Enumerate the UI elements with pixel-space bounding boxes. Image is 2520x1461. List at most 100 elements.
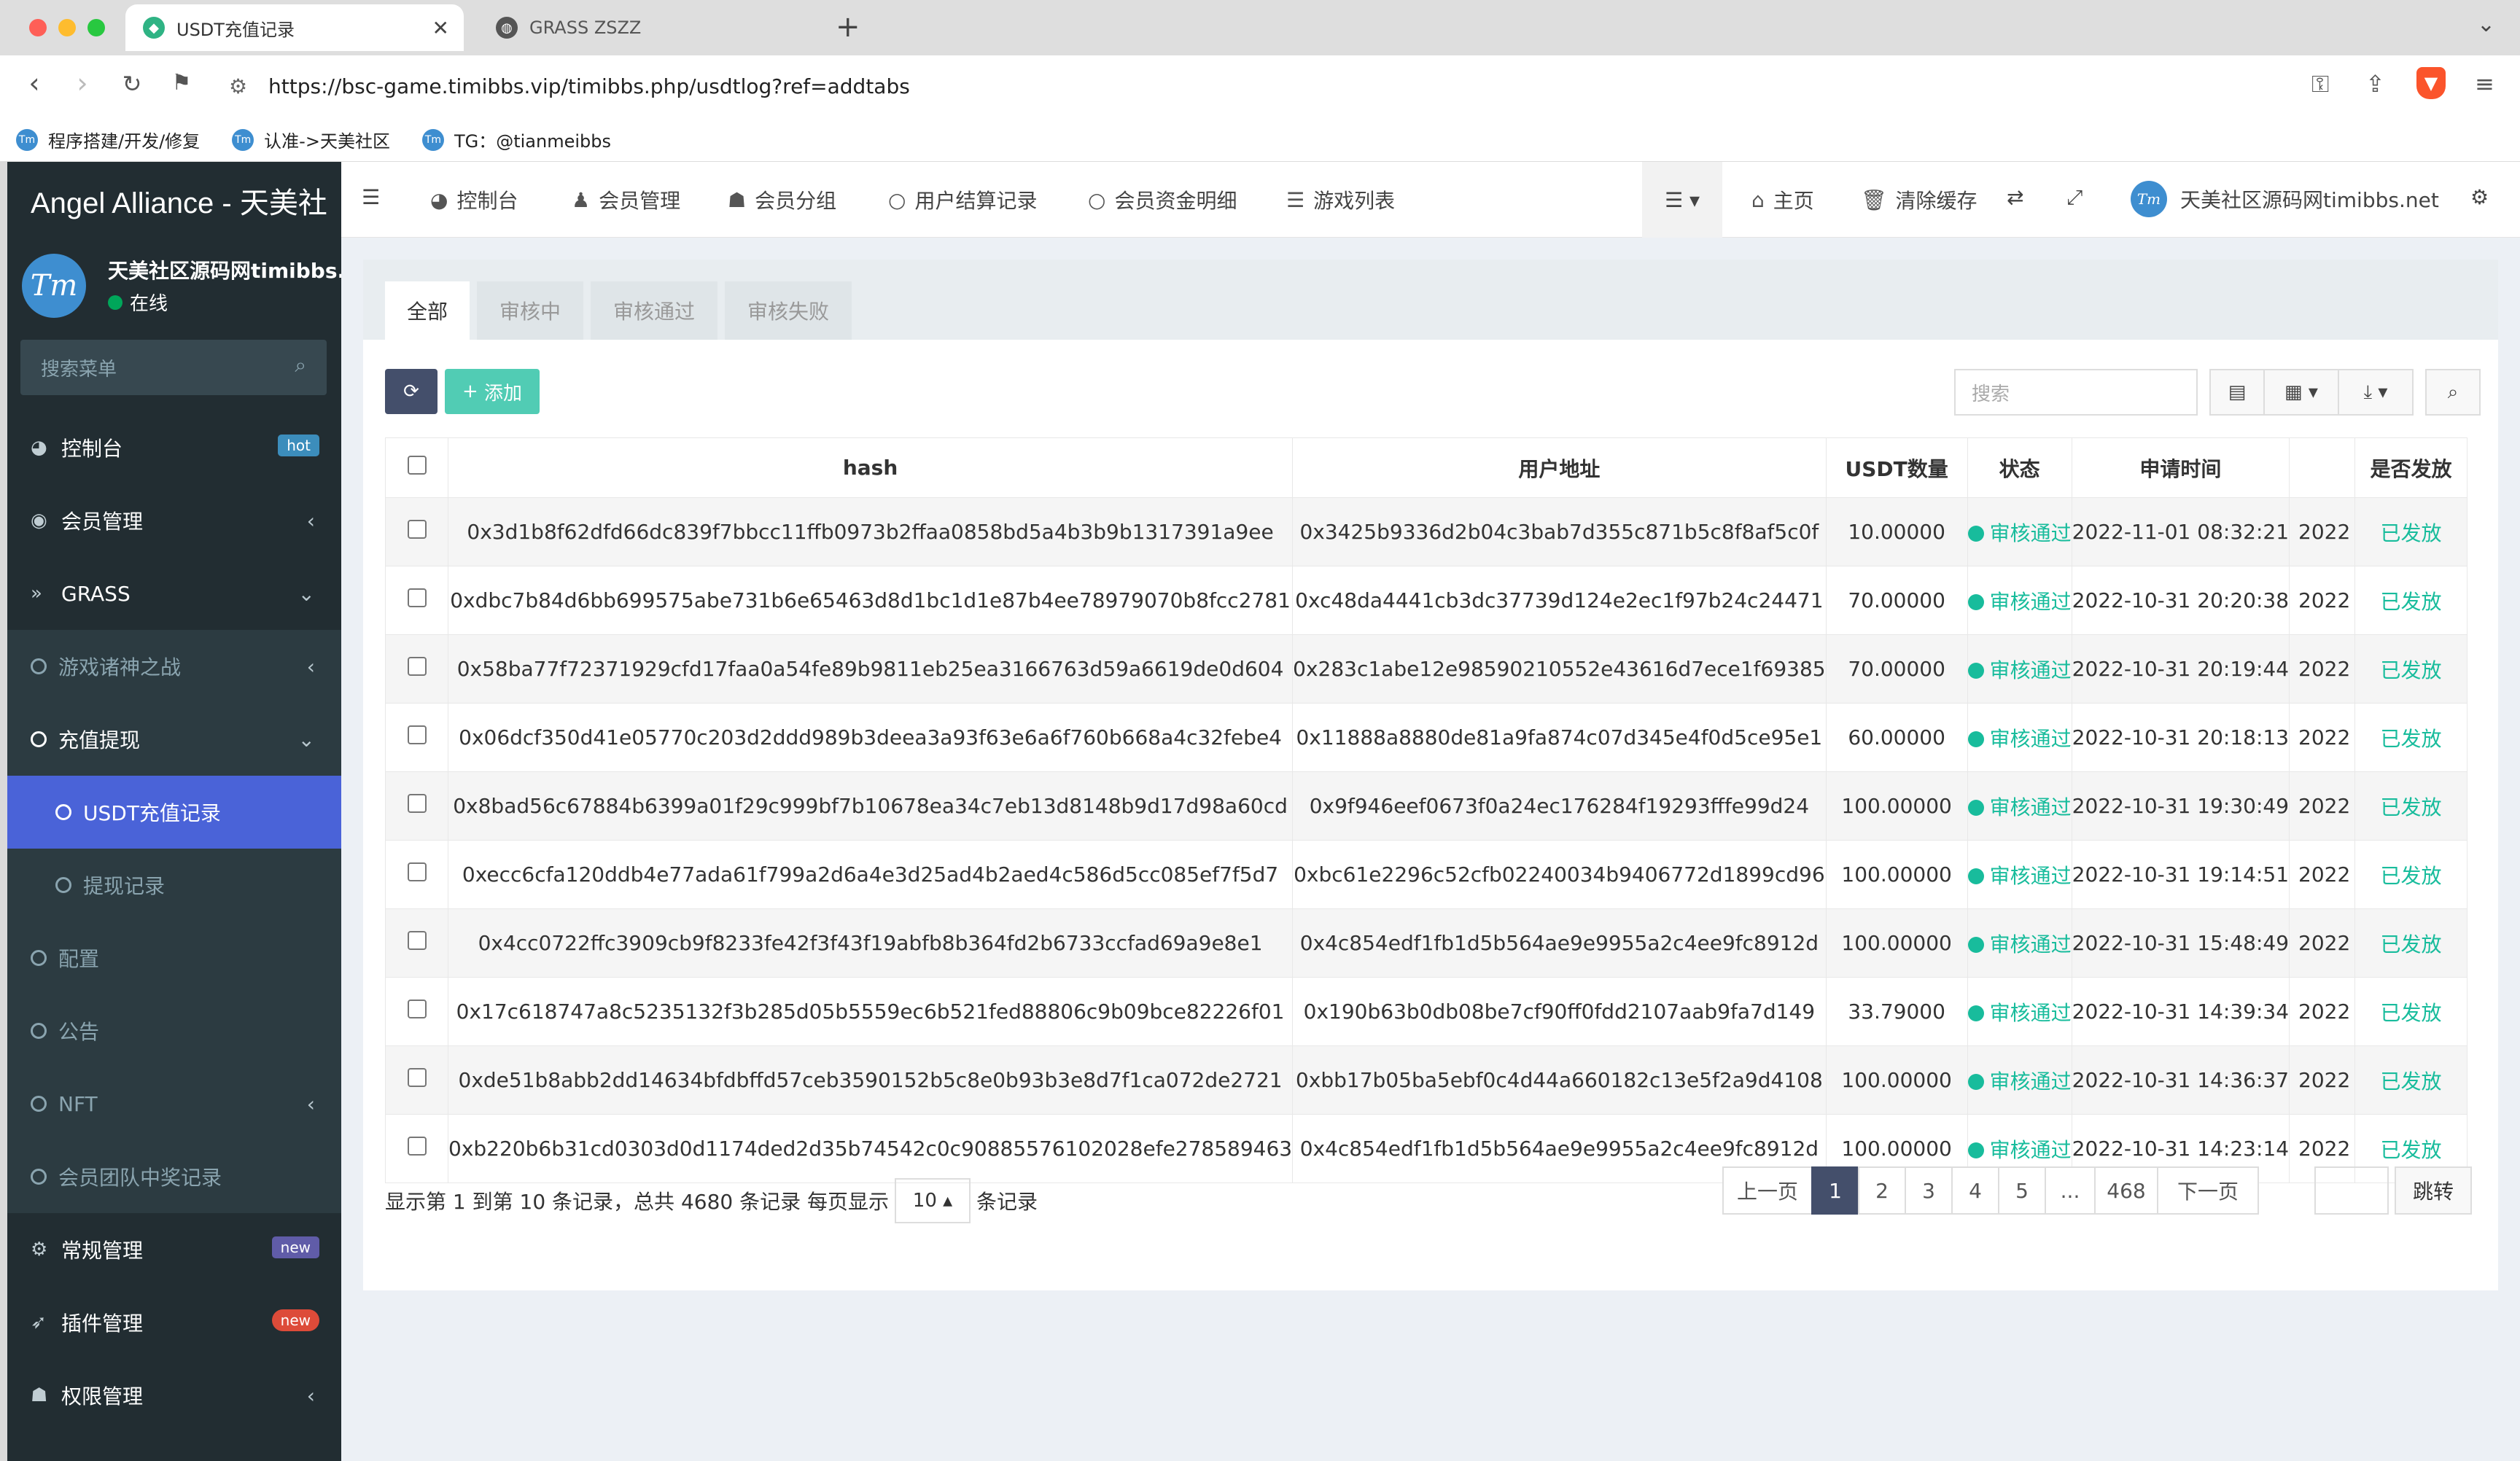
advanced-search-button[interactable]: ⌕ bbox=[2425, 369, 2481, 416]
issued-cell[interactable]: 已发放 bbox=[2354, 1045, 2468, 1115]
column-header-issued[interactable]: 是否发放 bbox=[2354, 437, 2468, 498]
sidebar-item-deposit-withdraw[interactable]: 充值提现 ⌄ bbox=[7, 703, 341, 776]
status-badge[interactable]: 审核通过 bbox=[1990, 932, 2072, 957]
next-page-button[interactable]: 下一页 bbox=[2157, 1166, 2259, 1215]
select-all-checkbox[interactable] bbox=[407, 456, 427, 475]
tab-reviewing[interactable]: 审核中 bbox=[477, 281, 583, 340]
export-button[interactable]: ⤓ ▾ bbox=[2338, 369, 2414, 416]
topnav-funds[interactable]: ○ 会员资金明细 bbox=[1088, 185, 1237, 214]
nav-dropdown[interactable]: ☰ ▾ bbox=[1642, 162, 1722, 238]
status-badge[interactable]: 审核通过 bbox=[1990, 590, 2072, 614]
issued-cell[interactable]: 已发放 bbox=[2354, 840, 2468, 909]
tab-rejected[interactable]: 审核失败 bbox=[725, 281, 852, 340]
sidebar-item-members[interactable]: ◉ 会员管理 ‹ bbox=[7, 484, 341, 557]
table-row[interactable]: 0xdbc7b84d6bb699575abe731b6e65463d8d1bc1… bbox=[385, 566, 2468, 635]
issued-cell[interactable]: 已发放 bbox=[2354, 908, 2468, 978]
sidebar-item-general[interactable]: ⚙ 常规管理 new bbox=[7, 1213, 341, 1286]
page-button[interactable]: 1 bbox=[1811, 1166, 1859, 1215]
close-tab-icon[interactable]: ✕ bbox=[432, 16, 449, 40]
browser-tab-grass[interactable]: ◍ GRASS ZSZZ bbox=[481, 4, 817, 51]
topnav-home[interactable]: ⌂ 主页 bbox=[1751, 185, 1814, 214]
issued-cell[interactable]: 已发放 bbox=[2354, 703, 2468, 772]
sidebar-item-grass[interactable]: » GRASS ⌄ bbox=[7, 557, 341, 630]
jump-page-input[interactable] bbox=[2314, 1166, 2389, 1215]
toggle-view-button[interactable]: ▤ bbox=[2209, 369, 2265, 416]
new-tab-icon[interactable]: + bbox=[836, 10, 860, 44]
status-badge[interactable]: 审核通过 bbox=[1990, 795, 2072, 819]
row-checkbox[interactable] bbox=[407, 1068, 427, 1087]
columns-button[interactable]: ▦ ▾ bbox=[2263, 369, 2339, 416]
sidebar-item-plugins[interactable]: ➶ 插件管理 new bbox=[7, 1286, 341, 1359]
topnav-clear-cache[interactable]: 🗑 清除缓存 bbox=[1861, 185, 1978, 214]
issued-cell[interactable]: 已发放 bbox=[2354, 634, 2468, 704]
share-icon[interactable]: ⇪ bbox=[2365, 70, 2385, 98]
row-checkbox[interactable] bbox=[407, 931, 427, 950]
settings-gears-icon[interactable]: ⚙ bbox=[2470, 185, 2489, 209]
close-window-button[interactable] bbox=[29, 19, 47, 36]
table-row[interactable]: 0x17c618747a8c5235132f3b285d05b5559ec6b5… bbox=[385, 977, 2468, 1046]
menu-icon[interactable]: ≡ bbox=[2475, 70, 2494, 98]
tab-all[interactable]: 全部 bbox=[385, 281, 470, 340]
reload-icon[interactable]: ↻ bbox=[114, 70, 150, 98]
row-checkbox[interactable] bbox=[407, 657, 427, 676]
column-header-hash[interactable]: hash bbox=[447, 437, 1294, 498]
topnav-user[interactable]: Tm 天美社区源码网timibbs.net bbox=[2131, 181, 2439, 217]
bookmark-icon[interactable]: ⚑ bbox=[163, 70, 200, 96]
topnav-settlement[interactable]: ○ 用户结算记录 bbox=[888, 185, 1037, 214]
row-checkbox[interactable] bbox=[407, 520, 427, 539]
row-checkbox[interactable] bbox=[407, 588, 427, 607]
status-badge[interactable]: 审核通过 bbox=[1990, 1001, 2072, 1025]
sidebar-item-config[interactable]: 配置 bbox=[7, 922, 341, 994]
table-row[interactable]: 0x8bad56c67884b6399a01f29c999bf7b10678ea… bbox=[385, 771, 2468, 841]
tab-list-chevron-icon[interactable]: ⌄ bbox=[2477, 12, 2495, 37]
issued-cell[interactable]: 已发放 bbox=[2354, 497, 2468, 566]
row-checkbox[interactable] bbox=[407, 1137, 427, 1156]
row-checkbox[interactable] bbox=[407, 725, 427, 744]
topnav-dashboard[interactable]: ◕ 控制台 bbox=[430, 185, 518, 214]
row-checkbox[interactable] bbox=[407, 862, 427, 881]
issued-cell[interactable]: 已发放 bbox=[2354, 566, 2468, 635]
topnav-games[interactable]: ☰ 游戏列表 bbox=[1286, 185, 1395, 214]
table-row[interactable]: 0x3d1b8f62dfd66dc839f7bbcc11ffb0973b2ffa… bbox=[385, 497, 2468, 566]
translate-icon[interactable]: ⇄ bbox=[2007, 185, 2023, 209]
page-button[interactable]: 468 bbox=[2094, 1166, 2158, 1215]
forward-icon[interactable]: › bbox=[64, 67, 101, 99]
browser-tab-usdt[interactable]: ◆ USDT充值记录 ✕ bbox=[125, 4, 464, 51]
row-checkbox[interactable] bbox=[407, 1000, 427, 1018]
sidebar-item-notice[interactable]: 公告 bbox=[7, 994, 341, 1067]
column-header-address[interactable]: 用户地址 bbox=[1292, 437, 1827, 498]
key-icon[interactable]: ⚿ bbox=[2311, 70, 2329, 98]
back-icon[interactable]: ‹ bbox=[16, 67, 52, 99]
status-badge[interactable]: 审核通过 bbox=[1990, 1138, 2072, 1162]
status-badge[interactable]: 审核通过 bbox=[1990, 727, 2072, 751]
add-button[interactable]: + 添加 bbox=[445, 369, 540, 414]
column-header-extra[interactable] bbox=[2289, 437, 2356, 498]
page-button[interactable]: 4 bbox=[1951, 1166, 1999, 1215]
fullscreen-icon[interactable]: ⤢ bbox=[2066, 185, 2082, 210]
issued-cell[interactable]: 已发放 bbox=[2354, 977, 2468, 1046]
app-brand[interactable]: Angel Alliance - 天美社 bbox=[7, 162, 341, 239]
minimize-window-button[interactable] bbox=[58, 19, 76, 36]
sidebar-item-team-prize[interactable]: 会员团队中奖记录 bbox=[7, 1140, 341, 1213]
sidebar-item-game[interactable]: 游戏诸神之战 ‹ bbox=[7, 630, 341, 703]
page-button[interactable]: 3 bbox=[1905, 1166, 1953, 1215]
page-button[interactable]: 5 bbox=[1998, 1166, 2046, 1215]
bookmark-item[interactable]: Tm 程序搭建/开发/修复 bbox=[16, 127, 200, 152]
table-row[interactable]: 0x58ba77f72371929cfd17faa0a54fe89b9811eb… bbox=[385, 634, 2468, 704]
column-header-status[interactable]: 状态 bbox=[1967, 437, 2072, 498]
sidebar-item-dashboard[interactable]: ◕ 控制台 hot bbox=[7, 411, 341, 484]
menu-search-input[interactable]: 搜索菜单 ⌕ bbox=[20, 340, 327, 395]
page-button[interactable]: 2 bbox=[1858, 1166, 1906, 1215]
topnav-members[interactable]: ♟ 会员管理 bbox=[572, 185, 680, 214]
search-icon[interactable]: ⌕ bbox=[295, 353, 306, 378]
sidebar-item-usdt-log[interactable]: USDT充值记录 bbox=[7, 776, 341, 849]
brave-shield-icon[interactable]: ▼ bbox=[2416, 67, 2446, 99]
topnav-member-groups[interactable]: ☗ 会员分组 bbox=[728, 185, 836, 214]
sidebar-toggle-icon[interactable]: ☰ bbox=[362, 185, 380, 209]
status-badge[interactable]: 审核通过 bbox=[1990, 521, 2072, 545]
site-settings-icon[interactable]: ⚙ bbox=[229, 74, 247, 98]
page-size-select[interactable]: 10 ▴ bbox=[895, 1178, 971, 1223]
status-badge[interactable]: 审核通过 bbox=[1990, 658, 2072, 682]
table-row[interactable]: 0x06dcf350d41e05770c203d2ddd989b3deea3a9… bbox=[385, 703, 2468, 772]
table-row[interactable]: 0xde51b8abb2dd14634bfdbffd57ceb3590152b5… bbox=[385, 1045, 2468, 1115]
